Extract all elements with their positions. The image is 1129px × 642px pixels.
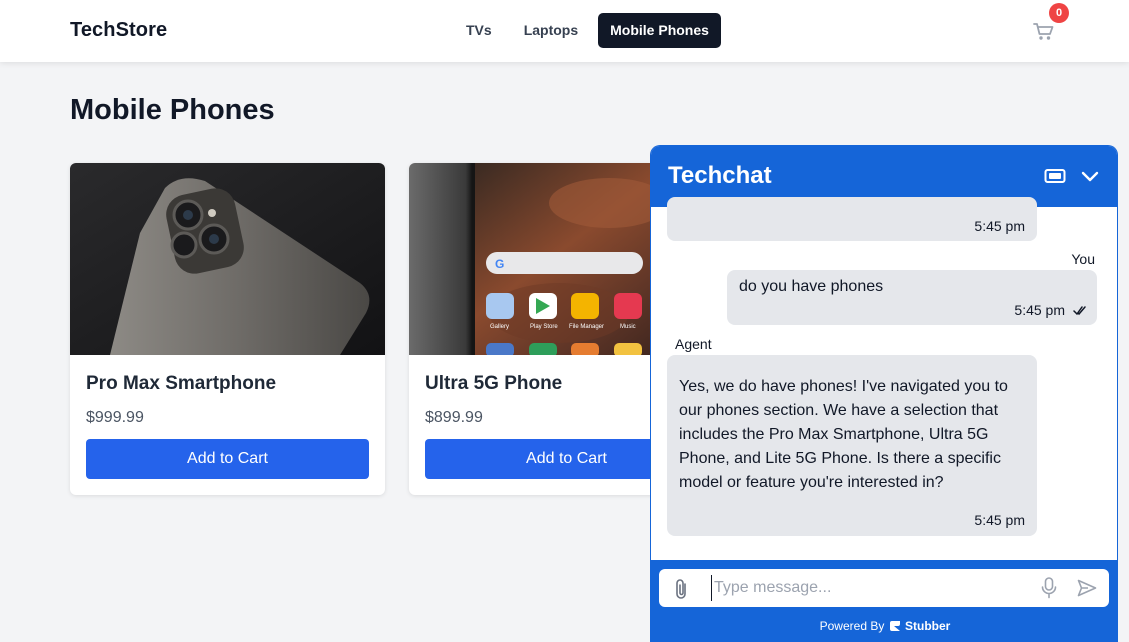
ticket-icon[interactable] bbox=[1044, 166, 1066, 191]
brand-logo[interactable]: TechStore bbox=[70, 19, 167, 42]
message-timestamp: 5:45 pm bbox=[1014, 302, 1065, 318]
page-title: Mobile Phones bbox=[70, 94, 275, 126]
chat-messages[interactable]: 5:45 pm You do you have phones 5:45 pm A… bbox=[651, 197, 1117, 560]
powered-by: Powered By Stubber bbox=[819, 619, 951, 633]
svg-text:File Manager: File Manager bbox=[569, 324, 604, 330]
stubber-logo-icon bbox=[888, 619, 903, 633]
shopping-cart-icon[interactable] bbox=[1033, 22, 1055, 42]
nav-tvs[interactable]: TVs bbox=[454, 13, 504, 48]
top-navigation-bar: TechStore TVs Laptops Mobile Phones 0 bbox=[0, 0, 1129, 62]
add-to-cart-button[interactable]: Add to Cart bbox=[86, 439, 369, 479]
nav-mobile-phones[interactable]: Mobile Phones bbox=[598, 13, 721, 48]
product-image[interactable] bbox=[70, 163, 385, 355]
chat-message-input[interactable] bbox=[711, 575, 1031, 601]
message-text: Yes, we do have phones! I've navigated y… bbox=[679, 378, 1008, 491]
nav-laptops[interactable]: Laptops bbox=[512, 13, 590, 48]
agent-message-bubble: Yes, we do have phones! I've navigated y… bbox=[667, 355, 1037, 536]
main-nav: TVs Laptops Mobile Phones bbox=[454, 13, 721, 48]
svg-text:Gallery: Gallery bbox=[490, 324, 509, 330]
product-price: $899.99 bbox=[425, 409, 483, 426]
chevron-down-icon[interactable] bbox=[1080, 166, 1100, 191]
microphone-icon[interactable] bbox=[1041, 577, 1057, 604]
product-name[interactable]: Pro Max Smartphone bbox=[86, 373, 276, 395]
chat-widget: Techchat 5:45 pm You do you have phones … bbox=[650, 145, 1118, 642]
message-timestamp: 5:45 pm bbox=[974, 512, 1025, 528]
chat-title: Techchat bbox=[668, 162, 772, 189]
svg-text:Music: Music bbox=[620, 324, 636, 330]
message-sender: Agent bbox=[675, 336, 712, 352]
cart-count-badge: 0 bbox=[1049, 3, 1069, 23]
svg-text:Play Store: Play Store bbox=[530, 324, 558, 330]
message-text: do you have phones bbox=[739, 278, 884, 295]
powered-by-brand[interactable]: Stubber bbox=[905, 619, 950, 633]
chat-input-container bbox=[659, 569, 1109, 607]
svg-text:G: G bbox=[495, 257, 504, 271]
chat-footer: Powered By Stubber bbox=[651, 560, 1117, 642]
paperclip-icon[interactable] bbox=[673, 578, 691, 605]
user-message-bubble: do you have phones 5:45 pm bbox=[727, 270, 1097, 325]
message-timestamp: 5:45 pm bbox=[974, 218, 1025, 234]
message-sender: You bbox=[1071, 251, 1095, 267]
send-icon[interactable] bbox=[1077, 579, 1097, 602]
product-price: $999.99 bbox=[86, 409, 144, 426]
product-name[interactable]: Ultra 5G Phone bbox=[425, 373, 562, 395]
double-check-icon bbox=[1073, 304, 1087, 322]
agent-message-bubble: 5:45 pm bbox=[667, 197, 1037, 241]
product-card: Pro Max Smartphone $999.99 Add to Cart bbox=[70, 163, 385, 495]
